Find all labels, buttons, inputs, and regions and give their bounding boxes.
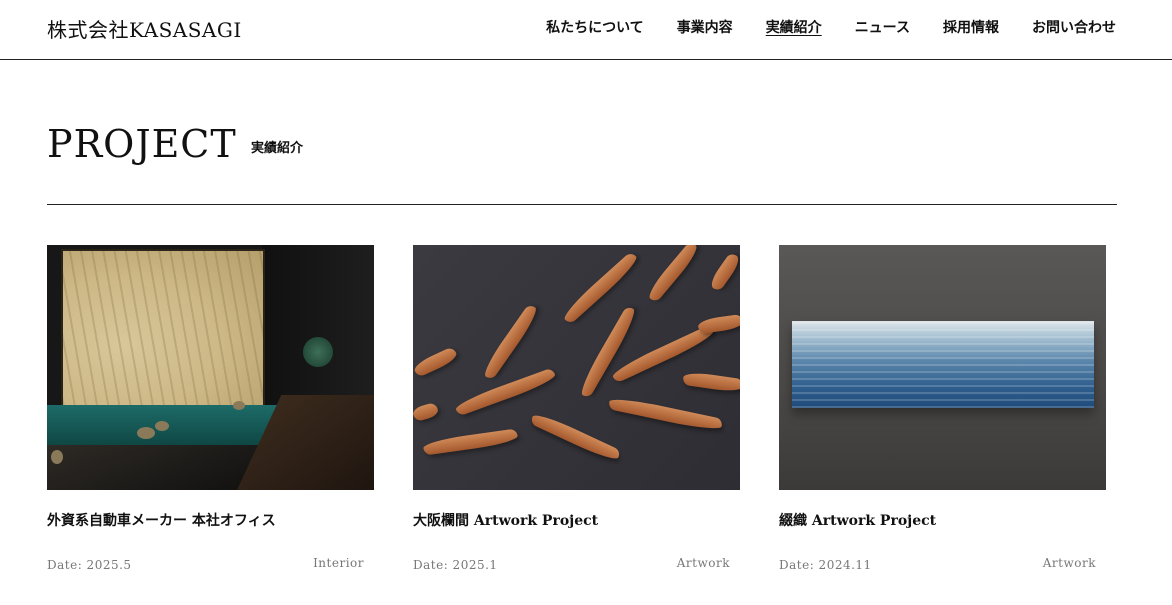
nav-about[interactable]: 私たちについて: [546, 17, 644, 37]
page-title: PROJECT: [47, 122, 237, 166]
project-card-3[interactable]: 綴織 Artwork Project Date: 2024.11 Artwork: [779, 245, 1106, 572]
project-image-2[interactable]: [413, 245, 740, 490]
project-category: Interior: [313, 556, 364, 570]
site-logo[interactable]: 株式会社KASASAGI: [47, 14, 242, 43]
project-image-1[interactable]: [47, 245, 374, 490]
site-header: 株式会社KASASAGI 私たちについて 事業内容 実績紹介 ニュース 採用情報…: [0, 0, 1172, 60]
project-date: Date: 2025.5: [47, 558, 132, 572]
project-card-1[interactable]: 外資系自動車メーカー 本社オフィス Date: 2025.5 Interior: [47, 245, 374, 572]
project-date: Date: 2024.11: [779, 558, 872, 572]
main-nav: 私たちについて 事業内容 実績紹介 ニュース 採用情報 お問い合わせ: [546, 17, 1116, 37]
project-title[interactable]: 大阪欄間 Artwork Project: [413, 510, 598, 530]
nav-contact[interactable]: お問い合わせ: [1032, 17, 1116, 37]
project-date: Date: 2025.1: [413, 558, 498, 572]
section-divider: [47, 204, 1117, 205]
project-title[interactable]: 綴織 Artwork Project: [779, 510, 936, 530]
project-category: Artwork: [1042, 556, 1096, 570]
nav-news[interactable]: ニュース: [855, 17, 910, 37]
project-category: Artwork: [676, 556, 730, 570]
nav-business[interactable]: 事業内容: [677, 17, 733, 37]
page-subtitle: 実績紹介: [251, 141, 304, 156]
project-image-3[interactable]: [779, 245, 1106, 490]
project-card-2[interactable]: 大阪欄間 Artwork Project Date: 2025.1 Artwor…: [413, 245, 740, 572]
nav-projects[interactable]: 実績紹介: [766, 17, 822, 37]
project-title[interactable]: 外資系自動車メーカー 本社オフィス: [47, 510, 276, 530]
nav-recruit[interactable]: 採用情報: [943, 17, 999, 37]
